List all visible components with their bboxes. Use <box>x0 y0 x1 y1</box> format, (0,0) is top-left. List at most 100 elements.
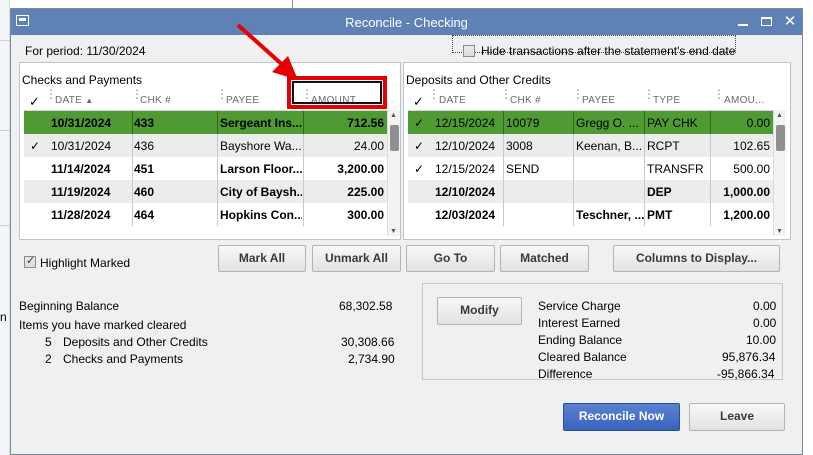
deposits-row[interactable]: 12/03/2024 Teschner, ... PMT 1,200.00 <box>408 203 774 226</box>
deposits-payee-cell: Keenan, B... <box>576 139 643 153</box>
highlight-marked-checkbox[interactable] <box>24 254 36 268</box>
beginning-balance-label: Beginning Balance <box>19 299 120 313</box>
deposits-date-cell: 12/03/2024 <box>435 208 496 222</box>
column-divider <box>303 111 304 134</box>
column-resize-grip[interactable] <box>428 89 431 99</box>
hide-transactions-checkbox[interactable] <box>463 45 475 57</box>
mark-all-button[interactable]: Mark All <box>218 245 306 272</box>
checks-scrollbar[interactable]: ▲ ▼ <box>387 110 400 236</box>
deposits-mark-cell: ✓ <box>414 116 425 130</box>
deposits-chk-cell: 3008 <box>506 139 533 153</box>
checks-chk-header[interactable]: CHK # <box>140 95 171 111</box>
column-resize-grip[interactable] <box>572 89 575 99</box>
column-divider <box>710 157 711 180</box>
background-app-strip <box>0 0 10 455</box>
checks-date-cell: 10/31/2024 <box>51 116 112 130</box>
deposits-row[interactable]: ✓ 12/15/2024 10079 Gregg O. ... PAY CHK 0.00 <box>408 111 774 134</box>
leave-button[interactable]: Leave <box>689 403 785 431</box>
checks-amount-cell: 300.00 <box>347 208 384 222</box>
column-divider <box>573 180 574 203</box>
background-divider <box>0 130 10 131</box>
modify-button[interactable]: Modify <box>437 297 522 325</box>
column-divider <box>644 203 645 226</box>
beginning-balance-value: 68,302.58 <box>339 299 393 313</box>
close-button[interactable]: ✕ <box>781 13 799 30</box>
column-resize-grip[interactable] <box>131 89 134 99</box>
column-divider <box>644 134 645 157</box>
unmark-all-button[interactable]: Unmark All <box>312 245 401 272</box>
column-divider <box>644 111 645 134</box>
deposits-date-header[interactable]: DATE <box>439 95 466 111</box>
deposits-amount-header[interactable]: AMOU... <box>724 95 764 111</box>
service-charge-value: 0.00 <box>753 299 777 313</box>
deposits-type-cell: PMT <box>647 208 673 222</box>
checks-row[interactable]: 11/19/2024 460 City of Baysh... 225.00 <box>24 180 387 203</box>
period-label: For period: 11/30/2024 <box>25 44 146 58</box>
window-title: Reconcile - Checking <box>345 15 468 30</box>
deposits-payee-header[interactable]: PAYEE <box>582 95 615 111</box>
column-resize-grip[interactable] <box>500 89 503 99</box>
column-resize-grip[interactable] <box>45 89 48 99</box>
checks-payee-header[interactable]: PAYEE <box>226 95 259 111</box>
deposits-type-header[interactable]: TYPE <box>653 95 680 111</box>
columns-to-display-button[interactable]: Columns to Display... <box>613 245 780 272</box>
column-divider <box>503 111 504 134</box>
scroll-thumb[interactable] <box>390 125 399 151</box>
background-divider <box>0 225 10 226</box>
deposits-row[interactable]: ✓ 12/10/2024 3008 Keenan, B... RCPT 102.65 <box>408 134 774 157</box>
column-divider <box>132 134 133 157</box>
maximize-button[interactable] <box>757 13 775 30</box>
checks-row[interactable]: 11/14/2024 451 Larson Floor... 3,200.00 <box>24 157 387 180</box>
column-resize-grip[interactable] <box>216 89 219 99</box>
scroll-up-icon[interactable]: ▲ <box>390 112 397 119</box>
deposits-row[interactable]: ✓ 12/15/2024 SEND TRANSFR 500.00 <box>408 157 774 180</box>
checks-row[interactable]: 10/31/2024 433 Sergeant Ins... 712.56 <box>24 111 387 134</box>
minimize-icon <box>738 24 748 26</box>
column-divider <box>573 203 574 226</box>
scroll-down-icon[interactable]: ▼ <box>390 228 397 235</box>
checks-mark-header[interactable]: ✓ <box>29 94 40 110</box>
deposits-date-cell: 12/15/2024 <box>435 116 496 130</box>
checks-count: 2 <box>45 352 52 366</box>
go-to-button[interactable]: Go To <box>406 245 495 272</box>
deposits-amount-cell: 1,200.00 <box>723 208 770 222</box>
scroll-up-icon[interactable]: ▲ <box>776 112 783 119</box>
cleared-balance-label: Cleared Balance <box>538 350 627 364</box>
deposits-scrollbar[interactable]: ▲ ▼ <box>773 110 786 236</box>
scroll-down-icon[interactable]: ▼ <box>776 228 783 235</box>
deposits-payee-cell: Teschner, ... <box>576 208 644 222</box>
checks-table: 10/31/2024 433 Sergeant Ins... 712.56 ✓ 10/31… <box>24 110 387 236</box>
deposits-date-cell: 12/15/2024 <box>435 162 496 176</box>
difference-label: Difference <box>538 367 593 381</box>
column-divider <box>573 157 574 180</box>
deposits-type-cell: DEP <box>647 185 672 199</box>
checks-row[interactable]: 11/28/2024 464 Hopkins Con... 300.00 <box>24 203 387 226</box>
checks-payee-cell: Bayshore Wa... <box>220 139 302 153</box>
items-marked-label: Items you have marked cleared <box>19 318 187 332</box>
matched-button[interactable]: Matched <box>500 245 589 272</box>
annotation-highlight-box <box>287 76 387 109</box>
column-resize-grip[interactable] <box>643 89 646 99</box>
deposits-type-cell: PAY CHK <box>647 116 698 130</box>
checks-date-cell: 11/28/2024 <box>51 208 111 222</box>
checks-amount-cell: 712.56 <box>347 116 384 130</box>
minimize-button[interactable] <box>734 13 752 30</box>
column-resize-grip[interactable] <box>713 89 716 99</box>
annotation-inner-border <box>292 81 382 104</box>
background-divider <box>0 40 10 41</box>
column-divider <box>132 157 133 180</box>
checks-date-header[interactable]: DATE ▲ <box>55 95 93 111</box>
checks-row[interactable]: ✓ 10/31/2024 436 Bayshore Wa... 24.00 <box>24 134 387 157</box>
deposits-chk-header[interactable]: CHK # <box>510 95 541 111</box>
scroll-thumb[interactable] <box>776 125 785 151</box>
deposits-chk-cell: SEND <box>506 162 540 176</box>
title-bar[interactable]: Reconcile - Checking ✕ <box>11 9 802 35</box>
deposits-row[interactable]: 12/10/2024 DEP 1,000.00 <box>408 180 774 203</box>
checks-payee-cell: Sergeant Ins... <box>220 116 302 130</box>
checks-amount-cell: 225.00 <box>347 185 384 199</box>
column-divider <box>503 134 504 157</box>
reconcile-now-button[interactable]: Reconcile Now <box>563 403 680 431</box>
background-divider <box>292 0 293 8</box>
column-divider <box>573 111 574 134</box>
deposits-mark-header[interactable]: ✓ <box>413 94 424 110</box>
